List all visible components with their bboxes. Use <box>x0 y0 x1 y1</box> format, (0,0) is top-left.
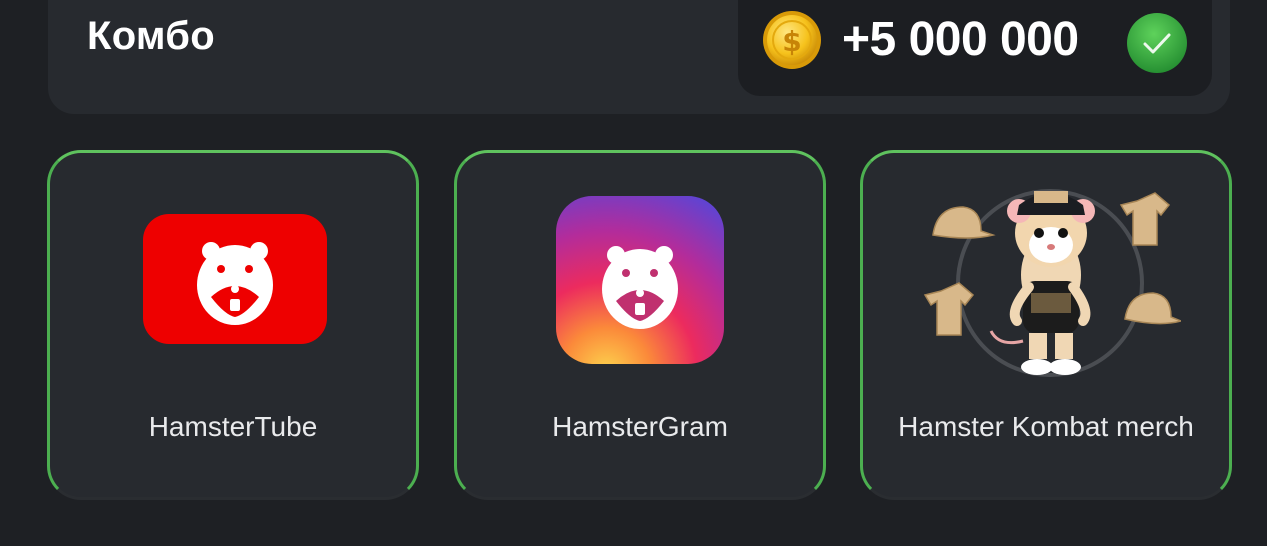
gold-coin-icon: $ <box>763 11 821 69</box>
combo-reward-value: +5 000 000 <box>842 13 1079 66</box>
combo-card-hamstertube[interactable]: HamsterTube <box>47 150 419 500</box>
hamstertube-logo-icon <box>143 214 327 344</box>
check-icon <box>1127 13 1187 73</box>
card-label: HamsterTube <box>148 411 318 442</box>
combo-card-hamster-merch[interactable]: Hamster Kombat merch <box>860 150 1232 500</box>
combo-card-hamstergram[interactable]: HamsterGram <box>454 150 826 500</box>
combo-screen: Комбо $ +5 000 000 HamsterTube HamsterGr… <box>0 0 1267 546</box>
card-label: HamsterGram <box>552 411 728 442</box>
hamstergram-logo-icon <box>556 196 724 364</box>
card-label: Hamster Kombat merch <box>898 411 1194 442</box>
svg-text:$: $ <box>782 25 801 58</box>
hamster-merch-image-icon <box>923 189 1181 377</box>
combo-title: Комбо <box>87 14 216 58</box>
